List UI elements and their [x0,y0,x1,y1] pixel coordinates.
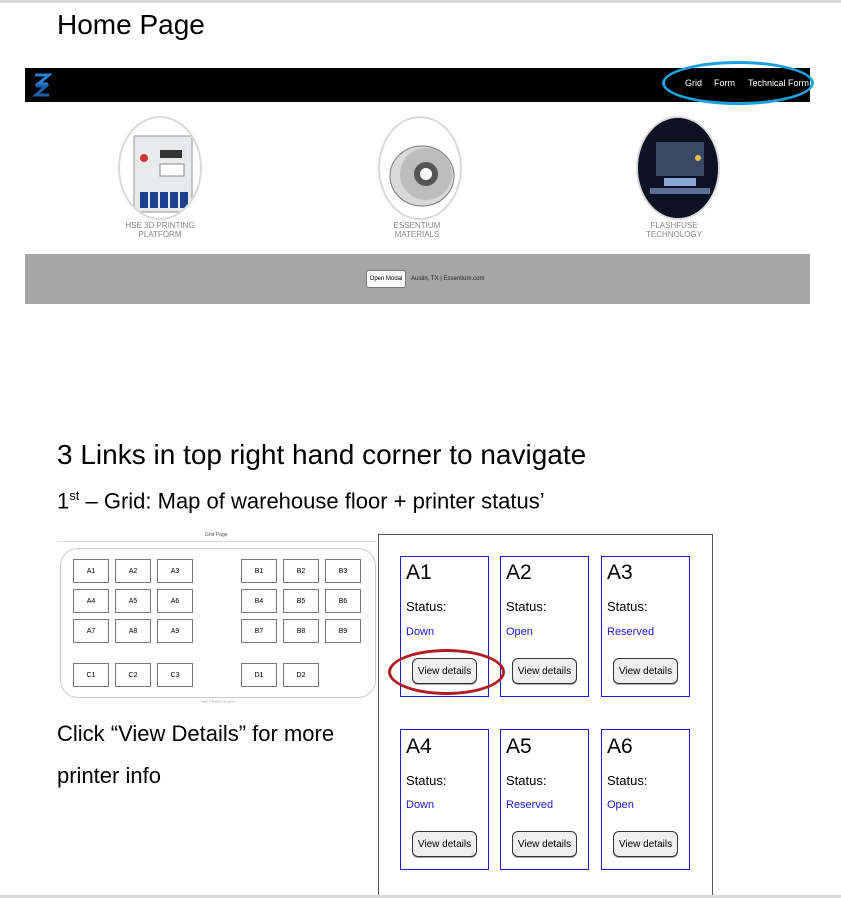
printer-name: A5 [506,735,532,758]
printer-name: A6 [607,735,633,758]
caption-line: PLATFORM [138,230,182,239]
printer-name: A2 [506,561,532,584]
grid-cell[interactable]: A3 [157,559,193,583]
status-value: Open [607,799,634,811]
open-modal-button[interactable]: Open Modal [366,270,406,288]
grid-cell[interactable]: B1 [241,559,277,583]
printer-name: A4 [406,735,432,758]
printer-name: A3 [607,561,633,584]
view-details-highlight-ellipse [388,649,505,695]
grid-cell[interactable]: C1 [73,663,109,687]
view-details-button[interactable]: View details [412,831,477,857]
grid-cell[interactable]: D2 [283,663,319,687]
section-subtitle-grid: 1st – Grid: Map of warehouse floor + pri… [57,488,545,514]
flashfuse-machine-icon [638,118,718,218]
grid-cell[interactable]: A2 [115,559,151,583]
view-details-button[interactable]: View details [512,831,577,857]
status-label: Status: [406,599,447,614]
grid-cell[interactable]: B7 [241,619,277,643]
status-value: Reserved [506,799,554,811]
feature-image-materials[interactable] [378,116,462,220]
grid-cell[interactable]: C2 [115,663,151,687]
section-title-home: Home Page [57,9,205,40]
feature-caption-flashfuse: FLASHFUSE TECHNOLOGY [614,221,734,239]
status-label: Status: [506,773,547,788]
status-label: Status: [607,599,648,614]
view-details-button[interactable]: View details [613,831,678,857]
status-value: Down [406,626,435,638]
status-label: Status: [506,599,547,614]
grid-cell[interactable]: A7 [73,619,109,643]
grid-cell[interactable]: A8 [115,619,151,643]
grid-cell[interactable]: A1 [73,559,109,583]
status-label: Status: [406,773,447,788]
grid-cell[interactable]: B4 [241,589,277,613]
subtitle-text: – Grid: Map of warehouse floor + printer… [79,488,545,514]
grid-page-title: Grid Page [205,532,228,538]
section-title-links: 3 Links in top right hand corner to navi… [57,439,587,470]
grid-cell[interactable]: B6 [325,589,361,613]
view-details-button[interactable]: View details [512,658,577,684]
grid-cell[interactable]: B5 [283,589,319,613]
grid-cell[interactable]: B2 [283,559,319,583]
subtitle-ordinal: 1 [57,488,70,514]
feature-caption-printer: HSE 3D PRINTING PLATFORM [100,221,220,239]
note-line: printer info [57,763,161,788]
filament-spool-icon [389,145,455,207]
grid-cell[interactable]: A4 [73,589,109,613]
grid-cell[interactable]: A6 [157,589,193,613]
grid-cell[interactable]: A9 [157,619,193,643]
subtitle-ordinal-suffix: st [69,488,80,503]
view-details-button[interactable]: View details [613,658,678,684]
grid-cell[interactable]: B9 [325,619,361,643]
grid-header-divider [58,541,376,542]
printer-name: A1 [406,561,432,584]
status-value: Reserved [607,626,655,638]
status-label: Status: [607,773,648,788]
feature-image-printer[interactable] [118,116,202,220]
feature-caption-materials: ESSENTIUM MATERIALS [357,221,477,239]
status-value: Open [506,626,533,638]
top-divider [0,0,841,3]
caption-line: FLASHFUSE [650,221,698,230]
essentium-logo-icon [32,73,52,97]
status-value: Down [406,799,435,811]
note-line: Click “View Details” for more [57,721,335,746]
grid-cell[interactable]: D1 [241,663,277,687]
caption-line: ESSENTIUM [393,221,441,230]
grid-cell[interactable]: C3 [157,663,193,687]
nav-highlight-ellipse [662,61,814,105]
click-details-note: Click “View Details” for more printer in… [57,713,377,797]
grid-cell[interactable]: B8 [283,619,319,643]
footer-location-text: Austin, TX | Essentium.com [411,276,485,282]
caption-line: HSE 3D PRINTING [125,221,195,230]
caption-line: MATERIALS [394,230,440,239]
caption-line: TECHNOLOGY [645,230,702,239]
grid-cell[interactable]: A5 [115,589,151,613]
grid-cell[interactable]: B3 [325,559,361,583]
grid-page-footer: THE PRINTER APP [200,699,236,704]
feature-image-flashfuse[interactable] [636,116,720,220]
printer-machine-icon [133,135,193,213]
